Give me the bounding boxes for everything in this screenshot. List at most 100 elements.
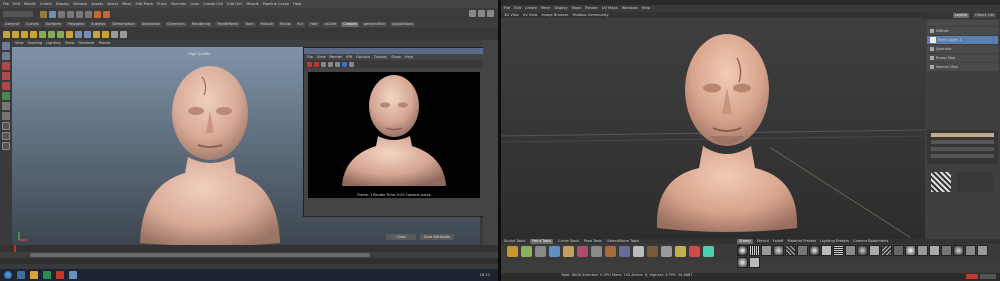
menu-item[interactable]: Pipeline Cache — [263, 2, 289, 7]
keep-image-icon[interactable] — [328, 61, 333, 67]
menu-item[interactable]: File — [504, 6, 510, 11]
save-icon[interactable] — [49, 11, 56, 18]
shelf-tool-icon[interactable] — [84, 30, 91, 38]
shelf-tab[interactable]: Deformation — [110, 22, 137, 27]
menu-item[interactable]: Edit Mesh — [136, 2, 154, 7]
viewport-menu-item[interactable]: Lighting — [46, 41, 61, 46]
shelf-tab[interactable]: polyActions — [390, 22, 416, 27]
taskbar-app-icon[interactable] — [56, 271, 64, 279]
snapshot-icon[interactable] — [321, 61, 326, 67]
shelf-tool-icon[interactable] — [12, 30, 19, 38]
shelf-tab[interactable]: Rendering — [189, 22, 213, 27]
airbrush-icon[interactable] — [549, 246, 560, 257]
layer-type-dropdown[interactable] — [927, 20, 998, 26]
snap-grid-icon[interactable] — [67, 11, 74, 18]
layer-group-row[interactable]: Normal Map — [927, 63, 998, 71]
stamp-thumbnail[interactable] — [773, 245, 784, 256]
stamp-thumbnail[interactable] — [905, 245, 916, 256]
view-tab[interactable]: UV View — [523, 13, 538, 18]
select-tool-icon[interactable] — [2, 42, 10, 50]
menu-item[interactable]: Create — [40, 2, 52, 7]
shelf-tab[interactable]: Animation — [139, 22, 163, 27]
menu-item[interactable]: Display — [56, 2, 69, 7]
shelf-tool-icon[interactable] — [57, 30, 64, 38]
shelf-tab[interactable]: Fur — [295, 22, 306, 27]
menu-item[interactable]: Render — [330, 55, 343, 60]
remove-image-icon[interactable] — [335, 61, 340, 67]
stamp-thumbnail[interactable] — [809, 245, 820, 256]
stamp-preview[interactable] — [931, 172, 951, 192]
shelf-tab[interactable]: Surfaces — [43, 22, 64, 27]
viewport-menu-item[interactable]: View — [15, 41, 24, 46]
stop-button[interactable] — [966, 274, 978, 279]
shelf-tool-icon[interactable] — [3, 30, 10, 38]
menu-item[interactable]: Muscle — [246, 2, 258, 7]
snap-curve-icon[interactable] — [76, 11, 83, 18]
shelf-tool-icon[interactable] — [39, 30, 46, 38]
taskbar-app-icon[interactable] — [17, 271, 25, 279]
menu-item[interactable]: View — [317, 55, 326, 60]
attribute-editor-icon[interactable] — [478, 10, 485, 17]
tool-settings-icon[interactable] — [487, 10, 494, 17]
menu-item[interactable]: File — [307, 55, 313, 60]
shelf-tab[interactable]: Curves — [24, 22, 41, 27]
menu-item[interactable]: Help — [293, 2, 301, 7]
shelf-tab[interactable]: PaintEffects — [215, 22, 241, 27]
select-mode-icon[interactable] — [58, 11, 65, 18]
mudbox-3d-viewport[interactable] — [501, 18, 925, 239]
panel-tab-layers[interactable]: Layers — [952, 13, 969, 18]
viewport-menu-item[interactable]: Show — [65, 41, 75, 46]
menu-item[interactable]: Normals — [171, 2, 186, 7]
rotate-tool-icon[interactable] — [2, 82, 10, 90]
menu-item[interactable]: Display — [374, 55, 387, 60]
shelf-tool-icon[interactable] — [66, 30, 73, 38]
redo-render-icon[interactable] — [307, 61, 312, 67]
shelf-tool-icon[interactable] — [30, 30, 37, 38]
shelf-tab[interactable]: General — [3, 22, 22, 27]
tool-tab[interactable]: Curve Tools — [558, 239, 579, 244]
shelf-tab[interactable]: Dynamics — [165, 22, 187, 27]
folder-icon[interactable] — [30, 271, 38, 279]
expand-icon[interactable] — [930, 65, 934, 69]
menu-item[interactable]: Mesh — [541, 6, 550, 11]
menu-item[interactable]: Display — [554, 6, 567, 11]
time-slider[interactable] — [0, 245, 498, 252]
stamp-thumbnail[interactable] — [869, 245, 880, 256]
menu-item[interactable]: IPR — [346, 55, 352, 60]
color-swatch[interactable] — [931, 133, 994, 137]
shelf-tab[interactable]: Hair — [308, 22, 320, 27]
stamp-thumbnail[interactable] — [737, 245, 748, 256]
falloff-curve[interactable] — [957, 172, 993, 192]
property-slider[interactable] — [931, 147, 994, 151]
dry-brush-icon[interactable] — [605, 246, 616, 257]
stamp-thumbnail[interactable] — [929, 245, 940, 256]
snap-point-icon[interactable] — [85, 11, 92, 18]
shelf-tab[interactable]: Polygons — [66, 22, 87, 27]
stamp-thumbnail[interactable] — [821, 245, 832, 256]
menu-item[interactable]: Edit UVs — [227, 2, 242, 7]
tray-tab-active[interactable]: Stamp — [737, 239, 753, 244]
ipr-render-icon[interactable] — [103, 11, 110, 18]
menu-set-dropdown[interactable] — [3, 11, 33, 17]
shelf-tab[interactable]: generalSkin — [362, 22, 388, 27]
shelf-tab[interactable]: Fluids — [278, 22, 293, 27]
menu-item[interactable]: Mesh — [122, 2, 131, 7]
projection-icon[interactable] — [521, 246, 532, 257]
panel-tab-object-list[interactable]: Object List — [972, 13, 996, 18]
menu-item[interactable]: Create — [525, 6, 537, 11]
dodge-icon[interactable] — [633, 246, 644, 257]
eyedropper-icon[interactable] — [535, 246, 546, 257]
color-channel-icon[interactable] — [342, 61, 347, 67]
tray-tab[interactable]: Falloff — [773, 239, 784, 244]
menu-item[interactable]: Create UVs — [203, 2, 223, 7]
tray-tab[interactable]: Camera Bookmarks — [853, 239, 888, 244]
shelf-tab[interactable]: Subdivs — [89, 22, 108, 27]
shelf-tab[interactable]: Muscle — [258, 22, 276, 27]
stamp-thumbnail[interactable] — [941, 245, 952, 256]
tray-tab[interactable]: Lighting Presets — [820, 239, 849, 244]
stamp-thumbnail[interactable] — [893, 245, 904, 256]
menu-item[interactable]: Options — [356, 55, 370, 60]
shelf-tab[interactable]: Toon — [243, 22, 256, 27]
shelf-tool-icon[interactable] — [75, 30, 82, 38]
layer-group-row[interactable]: Diffuse — [927, 27, 998, 35]
